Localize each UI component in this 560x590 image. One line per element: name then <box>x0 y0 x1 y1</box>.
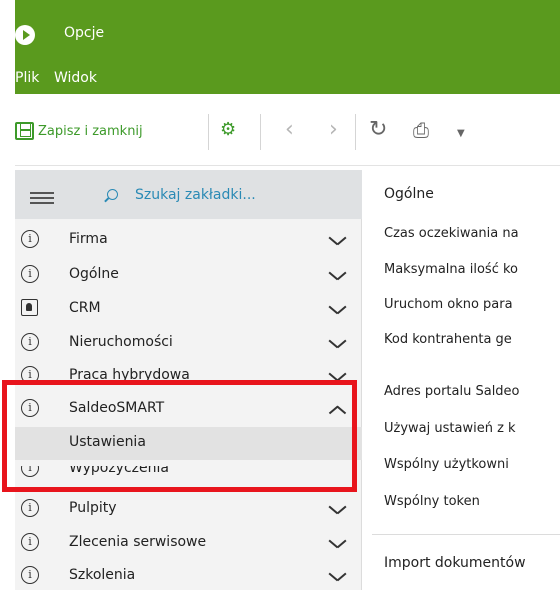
chevron-down-icon[interactable] <box>328 305 346 314</box>
sidebar-header: Szukaj zakładki... <box>15 170 362 219</box>
sidebar-item-label: CRM <box>69 300 101 316</box>
sidebar-item-label: Pulpity <box>69 500 117 516</box>
toolbar-separator <box>355 114 356 150</box>
setting-label: Adres portalu Saldeo <box>384 384 520 399</box>
contact-card-icon <box>21 299 38 316</box>
hamburger-menu-icon[interactable] <box>30 192 54 204</box>
info-icon: i <box>21 366 39 381</box>
toolbar-separator <box>208 114 209 150</box>
setting-label: Kod kontrahenta ge <box>384 332 512 347</box>
chevron-down-icon[interactable] <box>328 236 346 245</box>
back-icon[interactable]: ‹ <box>285 118 294 142</box>
forward-icon[interactable]: › <box>329 118 338 142</box>
chevron-down-icon[interactable] <box>328 339 346 348</box>
section-title-ogolne: Ogólne <box>384 186 434 202</box>
search-icon <box>107 189 118 200</box>
print-icon[interactable]: ⎙ <box>413 118 429 142</box>
app-logo-icon <box>15 25 35 45</box>
save-and-close-button[interactable]: Zapisz i zamknij <box>15 120 143 142</box>
setting-label: Używaj ustawień z k <box>384 421 516 436</box>
info-icon: i <box>21 499 39 517</box>
sidebar-item-pulpity[interactable]: i Pulpity <box>15 496 362 522</box>
sidebar-item-szkolenia[interactable]: i Szkolenia <box>15 563 362 589</box>
menu-plik[interactable]: Plik <box>15 70 39 86</box>
toolbar-separator <box>260 114 261 150</box>
refresh-icon[interactable]: ↻ <box>369 118 387 142</box>
sidebar-item-praca-hybrydowa[interactable]: i Praca hybrydowa <box>15 363 362 381</box>
highlight-box <box>2 380 357 492</box>
section-divider <box>372 534 560 535</box>
sidebar-item-label: Firma <box>69 231 108 247</box>
setting-label: Maksymalna ilość ko <box>384 262 519 277</box>
sidebar-item-zlecenia-serwisowe[interactable]: i Zlecenia serwisowe <box>15 530 362 556</box>
sidebar-item-firma[interactable]: i Firma <box>15 227 362 253</box>
sidebar-item-label: Szkolenia <box>69 567 136 583</box>
title-bar: Opcje <box>15 0 560 64</box>
sidebar-item-crm[interactable]: CRM <box>15 296 362 322</box>
info-icon: i <box>21 533 39 551</box>
section-title-import: Import dokumentów <box>384 555 526 571</box>
sidebar-item-label: Ogólne <box>69 266 119 282</box>
tab-search-input[interactable]: Szukaj zakładki... <box>135 187 256 203</box>
save-icon <box>15 122 34 140</box>
chevron-down-icon[interactable] <box>328 271 346 280</box>
menu-bar: Plik Widok <box>15 64 560 94</box>
save-and-close-label: Zapisz i zamknij <box>38 123 143 139</box>
chevron-down-icon[interactable] <box>328 505 346 514</box>
sidebar-item-label: Praca hybrydowa <box>69 367 190 381</box>
chevron-down-icon[interactable] <box>328 539 346 548</box>
info-icon: i <box>21 230 39 248</box>
sidebar-item-label: Zlecenia serwisowe <box>69 534 207 550</box>
sidebar-item-label: Nieruchomości <box>69 334 173 350</box>
window-title: Opcje <box>64 25 105 41</box>
setting-label: Wspólny token <box>384 494 480 509</box>
tools-icon[interactable]: ⚙ <box>220 118 236 142</box>
toolbar: Zapisz i zamknij ⚙ ‹ › ↻ ⎙ ▼ <box>15 94 560 166</box>
info-icon: i <box>21 333 39 351</box>
sidebar-item-nieruchomosci[interactable]: i Nieruchomości <box>15 330 362 356</box>
setting-label: Wspólny użytkowni <box>384 457 509 472</box>
dropdown-arrow-icon[interactable]: ▼ <box>457 122 465 146</box>
menu-widok[interactable]: Widok <box>54 70 97 86</box>
info-icon: i <box>21 265 39 283</box>
setting-label: Czas oczekiwania na <box>384 226 519 241</box>
chevron-down-icon[interactable] <box>328 572 346 581</box>
info-icon: i <box>21 566 39 584</box>
sidebar-item-ogolne[interactable]: i Ogólne <box>15 262 362 288</box>
setting-label: Uruchom okno para <box>384 297 513 312</box>
main-panel: Ogólne Czas oczekiwania na Maksymalna il… <box>372 170 560 590</box>
